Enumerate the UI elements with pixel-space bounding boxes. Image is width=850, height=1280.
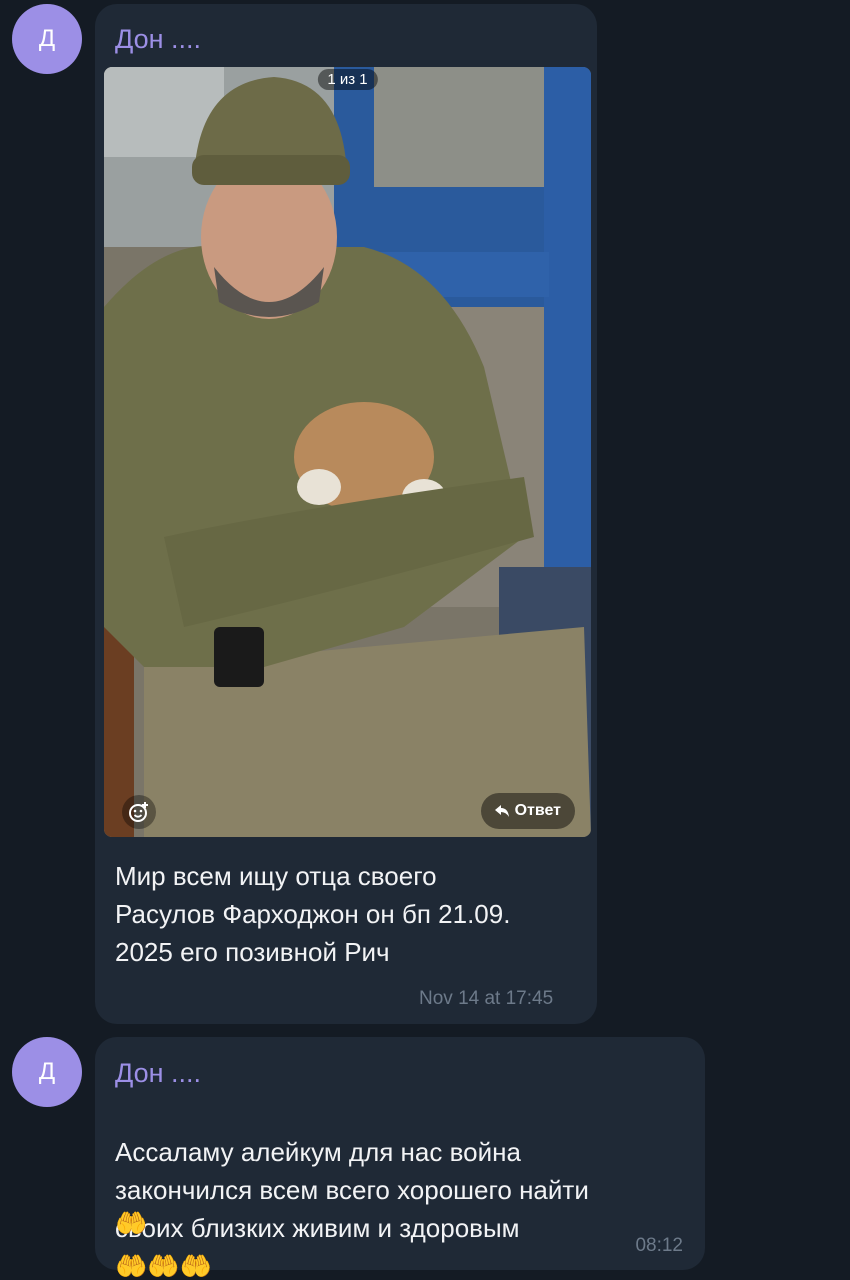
sender-avatar[interactable]: Д: [12, 1037, 82, 1107]
add-reaction-button[interactable]: [122, 795, 156, 829]
reply-button[interactable]: Ответ: [480, 793, 575, 829]
palms-up-emoji: 🤲: [115, 1209, 148, 1239]
reply-arrow-icon: [494, 805, 509, 817]
photo-image: [104, 67, 591, 837]
chat-view: Д Дон .... 1 из 1 Ответ Мир всем ищу отц…: [0, 0, 850, 1280]
sender-avatar[interactable]: Д: [12, 4, 82, 74]
photo-counter: 1 из 1: [317, 69, 378, 90]
message-text: Мир всем ищу отца своего Расулов Фарходж…: [115, 861, 511, 967]
palms-up-emoji: 🤲🤲🤲: [115, 1252, 213, 1280]
reply-label: Ответ: [514, 802, 561, 819]
message-time: Nov 14 at 17:45: [419, 988, 554, 1009]
avatar-letter: Д: [38, 1058, 56, 1085]
message-text-block: Ассаламу алейкум для нас война закончилс…: [115, 1095, 589, 1280]
sender-name[interactable]: Дон ....: [115, 24, 201, 55]
message-photo[interactable]: 1 из 1 Ответ: [104, 67, 591, 837]
message-text: Ассаламу алейкум для нас война закончилс…: [115, 1137, 589, 1243]
smile-add-icon: [129, 802, 148, 822]
sender-name[interactable]: Дон ....: [115, 1058, 201, 1089]
avatar-letter: Д: [38, 25, 56, 52]
message-bubble[interactable]: Дон .... Ассаламу алейкум для нас война …: [95, 1037, 705, 1280]
message-time: 08:12: [635, 1235, 683, 1256]
